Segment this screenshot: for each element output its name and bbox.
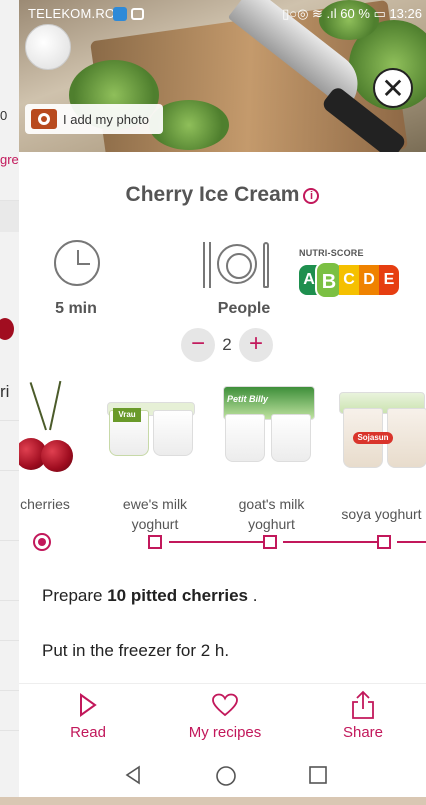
instruction-step: Put in the freezer for 2 h. — [42, 641, 230, 660]
recipe-title: Cherry Ice Cream i — [19, 183, 426, 207]
heart-icon — [177, 690, 273, 720]
prep-time: 5 min — [55, 300, 97, 317]
add-photo-label: I add my photo — [63, 111, 149, 127]
status-icons: ▯○◎ ≋ .ıl — [282, 6, 341, 21]
nutri-grade-c: C — [339, 265, 359, 295]
ingredient-label[interactable]: goat's milk yoghurt — [219, 494, 324, 534]
nutri-score-badge: NUTRI-SCORE ABCDE — [299, 248, 401, 299]
cherries-image[interactable] — [19, 380, 79, 475]
play-icon — [61, 690, 115, 720]
my-recipes-label: My recipes — [188, 724, 262, 741]
step-checkbox[interactable] — [263, 535, 277, 549]
system-nav-bar — [19, 757, 426, 797]
gallery-icon — [131, 8, 144, 20]
increase-servings-button[interactable]: + — [239, 328, 273, 362]
notification-icon — [113, 7, 127, 21]
plate-icon — [199, 240, 275, 290]
cherry-thumbnail — [0, 318, 14, 340]
recents-icon[interactable] — [308, 765, 328, 790]
divider — [19, 683, 426, 684]
nutri-grade-e: E — [379, 265, 399, 295]
recipe-modal: I add my photo Cherry Ice Cream i 5 min P… — [19, 0, 426, 805]
instruction-text: Prepare — [42, 586, 108, 605]
info-icon[interactable]: i — [303, 188, 320, 204]
ingredient-name-line2: yoghurt — [131, 516, 179, 532]
servings-stepper: − 2 + — [181, 328, 273, 362]
background-text: ri — [0, 382, 10, 401]
back-icon[interactable] — [123, 765, 143, 790]
ingredient-name: soya yoghurt — [341, 506, 422, 522]
share-button[interactable]: Share — [337, 690, 389, 741]
ewes-milk-yoghurt-image[interactable]: Vrau — [105, 380, 200, 475]
instruction-text: . — [247, 586, 258, 605]
add-photo-button[interactable]: I add my photo — [25, 104, 163, 134]
nutri-grade-d: D — [359, 265, 379, 295]
servings-value: 2 — [222, 335, 232, 354]
nutri-score-caption: NUTRI-SCORE — [299, 248, 364, 258]
decrease-servings-button[interactable]: − — [181, 328, 215, 362]
people-label: People — [217, 300, 271, 317]
soya-yoghurt-image[interactable]: Sojasun — [335, 380, 426, 475]
goats-milk-yoghurt-image[interactable]: Petit Billy — [217, 380, 322, 475]
step-track — [19, 532, 426, 552]
brand-label: Petit Billy — [227, 394, 269, 404]
status-right: ▯○◎ ≋ .ıl 60 % ▭ 13:26 — [282, 6, 422, 22]
brand-label: Sojasun — [353, 432, 393, 444]
clock-icon — [54, 240, 100, 286]
nutri-score-scale: ABCDE — [299, 261, 401, 299]
bottom-edge — [0, 797, 426, 805]
background-link-text: gre — [0, 152, 19, 167]
ingredient-name-line2: yoghurt — [248, 516, 295, 532]
battery-icon: ▭ — [373, 6, 386, 21]
background-text: 0 — [0, 108, 8, 123]
step-checkbox[interactable] — [148, 535, 162, 549]
ingredient-label[interactable]: soya yoghurt — [337, 504, 426, 524]
share-label: Share — [342, 724, 384, 741]
camera-icon — [31, 109, 57, 129]
my-recipes-button[interactable]: My recipes — [177, 690, 273, 741]
battery-level: 60 % — [340, 6, 370, 21]
recipe-title-text: Cherry Ice Cream — [125, 183, 300, 206]
instruction-step: Prepare 10 pitted cherries . — [42, 586, 257, 606]
ingredient-label[interactable]: ewe's milk yoghurt — [105, 494, 205, 534]
step-checkbox[interactable] — [377, 535, 391, 549]
status-bar: TELEKOM.RO ▯○◎ ≋ .ıl 60 % ▭ 13:26 — [0, 0, 426, 28]
step-radio-selected[interactable] — [33, 533, 51, 551]
carrier-name: TELEKOM.RO — [28, 6, 116, 21]
close-icon[interactable]: ✕ — [373, 68, 413, 108]
ingredient-name-line1: ewe's milk — [122, 496, 188, 512]
read-button[interactable]: Read — [61, 690, 115, 741]
bottom-nav: Read My recipes Share — [19, 690, 426, 750]
read-label: Read — [70, 724, 106, 741]
clock: 13:26 — [389, 6, 422, 21]
share-icon — [337, 690, 389, 720]
ingredient-name-line1: goat's milk — [238, 496, 305, 512]
ingredient-label[interactable]: cherries — [19, 494, 75, 514]
brand-label: Vrau — [113, 408, 141, 422]
ingredient-name: cherries — [20, 496, 70, 512]
instruction-quantity: 10 pitted cherries — [107, 586, 248, 605]
home-icon[interactable] — [215, 765, 237, 792]
